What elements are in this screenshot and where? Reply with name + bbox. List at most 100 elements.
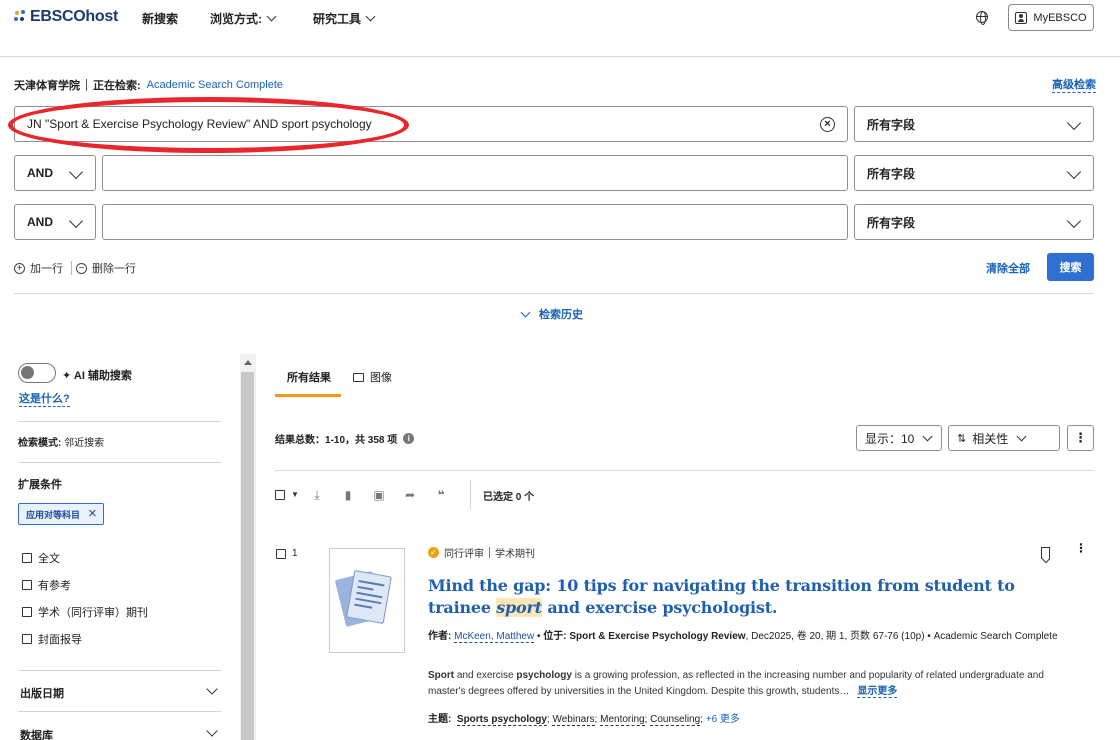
- search-context: 天津体育学院 正在检索: Academic Search Complete: [14, 77, 283, 93]
- result-subjects: 主题: Sports psychology; Webinars; Mentori…: [428, 714, 740, 726]
- institution-name: 天津体育学院: [14, 80, 80, 92]
- chevron-down-icon: [1066, 164, 1082, 180]
- checkmark-icon: ✓: [428, 547, 439, 558]
- result-checkbox[interactable]: [276, 549, 286, 559]
- user-icon: [1015, 11, 1028, 24]
- peer-reviewed-badge: ✓ 同行评审 学术期刊: [428, 545, 535, 560]
- bookmark-icon[interactable]: ▮: [342, 489, 354, 501]
- active-tab-indicator: [275, 394, 341, 397]
- tab-all-results[interactable]: 所有结果: [287, 369, 331, 385]
- result-abstract: Sport and exercise psychology is a growi…: [428, 670, 1044, 698]
- display-count-select[interactable]: 显示：10: [856, 425, 942, 451]
- ai-assist-toggle[interactable]: [18, 363, 56, 383]
- nav-browse[interactable]: 浏览方式:: [210, 10, 277, 27]
- search-input-row-1[interactable]: JN "Sport & Exercise Psychology Review" …: [14, 106, 848, 142]
- divider: [470, 480, 471, 510]
- nav-new-search[interactable]: 新搜索: [142, 10, 178, 27]
- download-icon[interactable]: ⤓: [311, 489, 323, 501]
- result-title-link[interactable]: Mind the gap: 10 tips for navigating the…: [428, 575, 1018, 619]
- author-link[interactable]: McKeen, Matthew: [454, 631, 535, 643]
- search-input-row-3[interactable]: [102, 204, 848, 240]
- scrollbar-thumb[interactable]: [241, 372, 254, 740]
- searching-label: 正在检索:: [93, 80, 141, 92]
- document-thumbnail[interactable]: [329, 548, 405, 653]
- select-all-checkbox[interactable]: [275, 490, 285, 500]
- close-icon[interactable]: ×: [88, 506, 97, 521]
- chevron-down-icon: [1066, 115, 1082, 131]
- checkbox[interactable]: [22, 580, 32, 590]
- checkbox[interactable]: [22, 634, 32, 644]
- divider: [18, 670, 221, 671]
- field-select-row-3[interactable]: 所有字段: [854, 204, 1094, 240]
- nav-research-tools[interactable]: 研究工具: [313, 10, 376, 27]
- publication-date-accordion[interactable]: 出版日期: [20, 685, 64, 701]
- folder-add-icon[interactable]: ▣: [373, 489, 385, 501]
- cite-icon[interactable]: ❝: [435, 489, 447, 501]
- chevron-down-icon: [1066, 213, 1082, 229]
- limit-cover-story[interactable]: 封面报导: [22, 631, 82, 647]
- expander-chip[interactable]: 应用对等科目 ×: [18, 503, 104, 525]
- subject-link[interactable]: Counseling: [650, 714, 701, 726]
- myebsco-button[interactable]: MyEBSCO: [1008, 4, 1094, 31]
- chevron-down-icon: [266, 11, 277, 22]
- boolean-select-row-2[interactable]: AND: [14, 155, 96, 191]
- checkbox[interactable]: [22, 607, 32, 617]
- more-options-button[interactable]: ⋮: [1067, 425, 1094, 451]
- logo-dots-icon: [14, 10, 28, 24]
- limit-references[interactable]: 有参考: [22, 577, 71, 593]
- sort-select[interactable]: ⇅ 相关性: [948, 425, 1060, 451]
- clear-all-button[interactable]: 清除全部: [986, 260, 1030, 276]
- database-accordion[interactable]: 数据库: [20, 727, 53, 740]
- divider: [275, 470, 1094, 471]
- scroll-up-arrow-icon[interactable]: [244, 360, 252, 365]
- limit-fulltext[interactable]: 全文: [22, 550, 60, 566]
- result-index: 1: [292, 548, 298, 559]
- show-more-link[interactable]: 显示更多: [857, 686, 898, 698]
- plus-circle-icon: +: [14, 262, 25, 274]
- add-row-button[interactable]: + 加一行: [14, 260, 72, 276]
- checkbox[interactable]: [22, 553, 32, 563]
- globe-icon[interactable]: [976, 11, 988, 25]
- divider: [18, 711, 221, 712]
- search-term-highlight: sport: [496, 598, 542, 617]
- remove-row-button[interactable]: − 删除一行: [76, 260, 136, 276]
- advanced-search-link[interactable]: 高级检索: [1052, 76, 1096, 93]
- journal-name: Sport & Exercise Psychology Review: [569, 631, 746, 642]
- chevron-down-icon: [365, 11, 376, 22]
- logo-text: EBSCOhost: [30, 8, 118, 25]
- clear-input-icon[interactable]: ×: [820, 117, 835, 132]
- subject-link[interactable]: Mentoring: [600, 714, 645, 726]
- field-select-row-1[interactable]: 所有字段: [854, 106, 1094, 142]
- search-input-row-2[interactable]: [102, 155, 848, 191]
- divider: [18, 421, 221, 422]
- divider: [14, 293, 1094, 294]
- search-history-toggle[interactable]: 检索历史: [520, 306, 583, 322]
- search-button[interactable]: 搜索: [1047, 253, 1094, 281]
- chevron-down-icon: [520, 307, 531, 317]
- subject-link[interactable]: Webinars: [552, 714, 595, 726]
- bookmark-icon[interactable]: [1041, 547, 1050, 559]
- divider: [18, 462, 221, 463]
- search-query-text: JN "Sport & Exercise Psychology Review" …: [27, 117, 372, 131]
- what-is-this-link[interactable]: 这是什么?: [19, 390, 70, 407]
- database-link[interactable]: Academic Search Complete: [147, 79, 283, 91]
- tab-images[interactable]: 图像: [353, 369, 392, 385]
- share-icon[interactable]: ➦: [404, 489, 416, 501]
- ai-assist-label: ✦ AI 辅助搜索: [62, 370, 132, 382]
- subject-link[interactable]: Sports psychology: [456, 714, 547, 726]
- chevron-down-icon[interactable]: [206, 683, 218, 695]
- results-total: 结果总数：1-10，共 358 项 i: [275, 431, 415, 446]
- field-select-row-2[interactable]: 所有字段: [854, 155, 1094, 191]
- top-navbar: EBSCOhost 新搜索 浏览方式: 研究工具 MyEBSCO: [0, 0, 1120, 57]
- limit-peer-reviewed[interactable]: 学术（同行评审）期刊: [22, 604, 148, 620]
- info-icon[interactable]: i: [403, 433, 415, 444]
- boolean-select-row-3[interactable]: AND: [14, 204, 96, 240]
- ebscohost-logo[interactable]: EBSCOhost: [14, 8, 118, 26]
- result-more-options-icon[interactable]: ⋮: [1075, 542, 1087, 554]
- selected-count: 已选定 0 个: [483, 491, 535, 503]
- chevron-down-icon[interactable]: [206, 725, 218, 737]
- result-tabs: 所有结果 图像: [275, 354, 1094, 398]
- more-subjects-link[interactable]: +6 更多: [706, 714, 740, 725]
- sort-icon: ⇅: [957, 432, 967, 445]
- caret-down-icon[interactable]: ▼: [291, 489, 299, 501]
